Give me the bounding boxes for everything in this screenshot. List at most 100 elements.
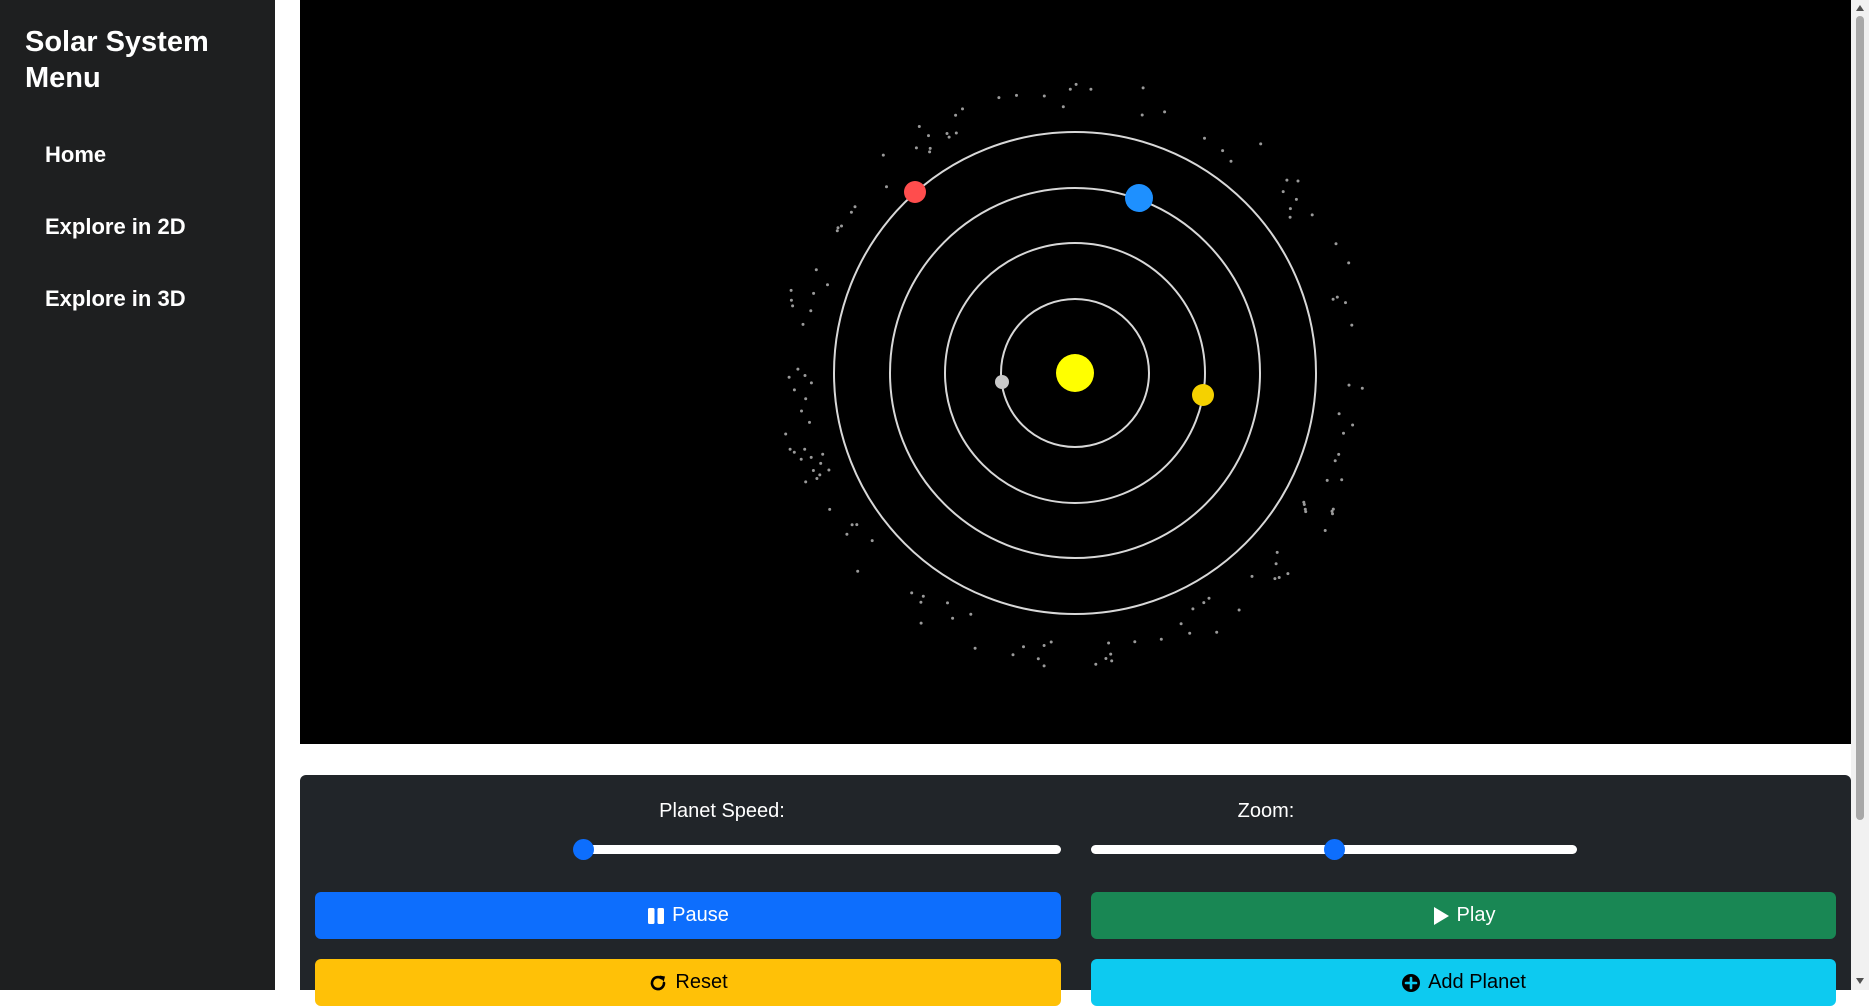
asteroid-dot [1350, 323, 1354, 327]
page-scrollbar[interactable] [1851, 0, 1869, 990]
asteroid-dot [812, 291, 816, 295]
asteroid-dot [815, 477, 819, 480]
asteroid-dot [836, 226, 840, 230]
scroll-up-arrow-icon[interactable] [1856, 5, 1864, 11]
asteroid-dot [1188, 631, 1192, 635]
asteroid-dot [1337, 412, 1341, 416]
planet-1 [995, 375, 1009, 389]
asteroid-dot [804, 480, 808, 484]
asteroid-dot [1351, 423, 1355, 427]
asteroid-dot [1049, 640, 1053, 644]
asteroid-dot [1140, 113, 1144, 117]
asteroid-dot [1250, 574, 1254, 578]
asteroid-dot [945, 132, 949, 135]
asteroid-dot [1094, 662, 1098, 666]
asteroid-dot [803, 447, 807, 451]
pause-button[interactable]: Pause [315, 892, 1061, 939]
solar-system-canvas[interactable] [300, 0, 1851, 744]
asteroid-dot [791, 304, 795, 308]
asteroid-dot [809, 455, 813, 459]
asteroid-dot [787, 375, 791, 379]
asteroid-dot [855, 523, 859, 527]
asteroid-dot [1344, 301, 1347, 305]
asteroid-dot [885, 185, 888, 189]
asteroid-dot [1191, 607, 1195, 611]
asteroid-dot [954, 131, 958, 135]
asteroid-dot [1342, 431, 1345, 435]
play-button-label: Play [1456, 904, 1496, 926]
asteroid-dot [1323, 529, 1327, 532]
planet-speed-slider-thumb[interactable] [573, 839, 594, 860]
asteroid-dot [1215, 630, 1219, 634]
pause-icon [647, 907, 665, 925]
asteroid-dot [828, 507, 832, 511]
reset-button[interactable]: Reset [315, 959, 1061, 1006]
asteroid-dot [1133, 640, 1137, 644]
asteroid-dot [946, 601, 949, 605]
asteroid-dot [1288, 207, 1292, 211]
asteroid-dot [1273, 577, 1277, 581]
asteroid-dot [809, 309, 813, 313]
asteroid-dot [784, 432, 788, 436]
asteroid-dot [928, 150, 932, 154]
asteroid-dot [1340, 478, 1344, 482]
sidebar-item-explore-2d[interactable]: Explore in 2D [45, 214, 186, 240]
asteroid-dot [1104, 657, 1108, 660]
asteroid-dot [1325, 478, 1329, 482]
asteroid-dot [1163, 110, 1167, 114]
add-planet-button[interactable]: Add Planet [1091, 959, 1836, 1006]
asteroid-dot [1107, 641, 1111, 645]
asteroid-dot [1275, 550, 1279, 554]
asteroid-dot [1360, 386, 1364, 390]
asteroid-dot [856, 569, 860, 573]
planet-3 [1125, 184, 1153, 212]
sun [1056, 354, 1094, 392]
asteroid-dot [792, 450, 796, 454]
asteroid-dot [914, 146, 918, 150]
asteroid-dot [1141, 86, 1145, 90]
asteroid-dot [835, 229, 839, 233]
planet-speed-slider[interactable] [573, 839, 1061, 860]
scroll-down-arrow-icon[interactable] [1856, 978, 1864, 984]
asteroid-dot [1302, 503, 1306, 506]
asteroid-dot [1335, 295, 1339, 299]
zoom-slider[interactable] [1091, 839, 1577, 860]
asteroid-dot [1036, 657, 1040, 661]
asteroid-dot [1331, 507, 1335, 511]
asteroid-dot [1237, 608, 1241, 612]
asteroid-dot [789, 298, 793, 302]
asteroid-dot [1221, 149, 1225, 153]
asteroid-dot [827, 468, 831, 472]
asteroid-dot [819, 461, 823, 465]
asteroid-dot [1061, 105, 1065, 109]
asteroid-dot [1259, 142, 1263, 146]
asteroid-dot [1074, 82, 1078, 86]
asteroid-dot [1334, 242, 1338, 246]
sidebar-item-explore-3d[interactable]: Explore in 3D [45, 286, 186, 312]
asteroid-dot [954, 113, 958, 117]
asteroid-dot [1068, 87, 1072, 91]
asteroid-dot [818, 473, 822, 477]
asteroid-dot [973, 646, 977, 650]
asteroid-dot [1296, 179, 1300, 183]
asteroid-dot [826, 283, 829, 287]
controls-panel: Planet Speed: Zoom: Pause Play Reset Add… [300, 775, 1851, 1006]
asteroid-dot [840, 224, 843, 228]
asteroid-dot [1202, 601, 1206, 605]
zoom-slider-thumb[interactable] [1324, 839, 1345, 860]
asteroid-dot [1042, 664, 1046, 668]
asteroid-dot [821, 452, 825, 456]
asteroid-dot [881, 153, 885, 157]
play-button[interactable]: Play [1091, 892, 1836, 939]
scrollbar-thumb[interactable] [1856, 16, 1864, 820]
asteroid-dot [1274, 562, 1278, 566]
asteroid-dot [1179, 622, 1183, 626]
sidebar: Solar System Menu Home Explore in 2D Exp… [0, 0, 275, 990]
asteroid-dot [800, 409, 803, 413]
asteroid-dot [1022, 645, 1025, 649]
reset-button-label: Reset [675, 971, 728, 993]
asteroid-dot [804, 397, 808, 401]
asteroid-dot [1089, 87, 1093, 91]
sidebar-item-home[interactable]: Home [45, 142, 106, 168]
asteroid-dot [850, 523, 854, 527]
